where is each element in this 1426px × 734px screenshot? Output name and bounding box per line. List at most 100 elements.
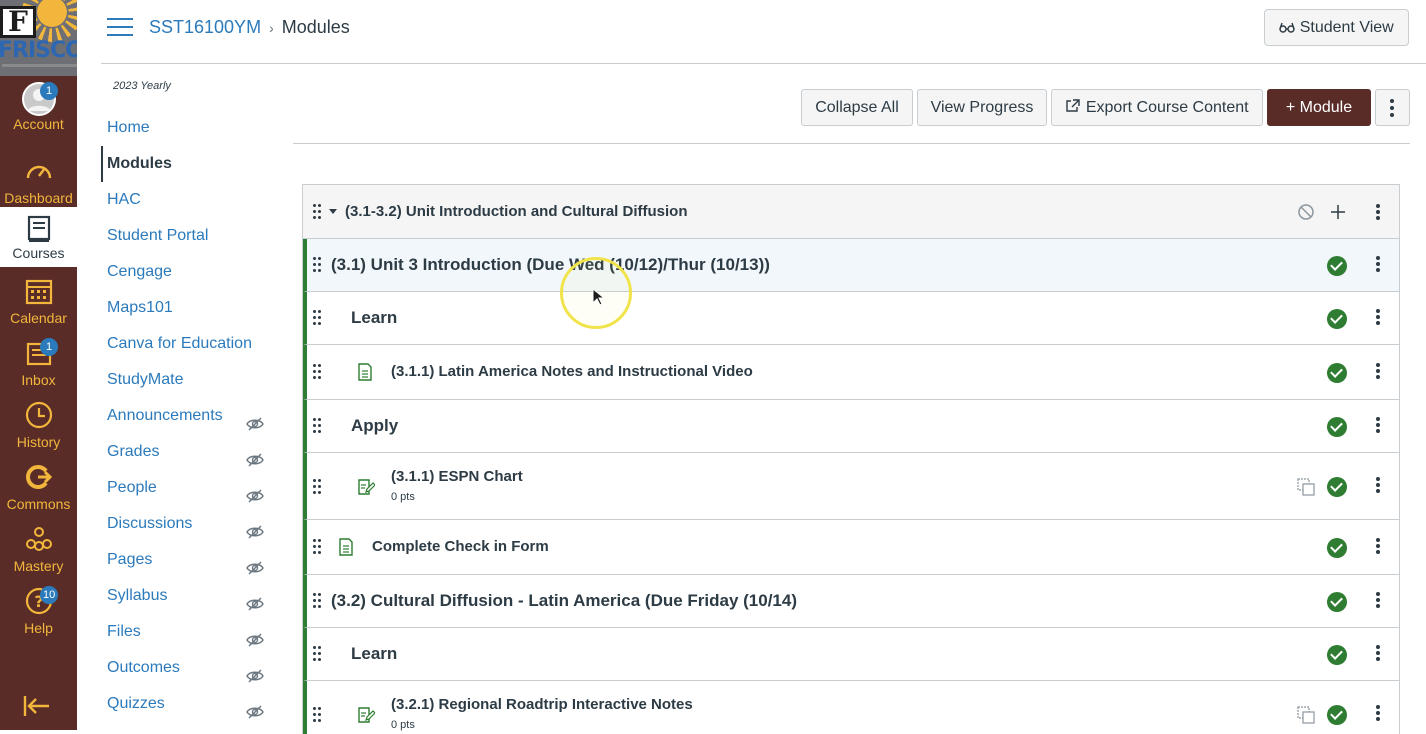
nav-calendar[interactable]: Calendar xyxy=(0,276,77,338)
duplicate-icon[interactable] xyxy=(1297,706,1315,724)
breadcrumb-course-link[interactable]: SST16100YM xyxy=(149,17,261,37)
item-kebab-icon[interactable] xyxy=(1375,538,1381,556)
drag-handle-icon[interactable] xyxy=(313,257,323,273)
published-check-icon[interactable] xyxy=(1327,705,1347,725)
module-item-page[interactable]: Complete Check in Form xyxy=(303,520,1399,575)
module-item-section[interactable]: Learn xyxy=(303,292,1399,345)
published-check-icon[interactable] xyxy=(1327,363,1347,383)
module-item-assignment[interactable]: (3.2.1) Regional Roadtrip Interactive No… xyxy=(303,681,1399,734)
item-kebab-icon[interactable] xyxy=(1375,256,1381,274)
module-item-subheader[interactable]: (3.2) Cultural Diffusion - Latin America… xyxy=(303,575,1399,628)
collapse-all-button[interactable]: Collapse All xyxy=(801,89,913,126)
add-item-icon[interactable] xyxy=(1329,203,1347,226)
more-options-button[interactable] xyxy=(1375,89,1410,126)
export-icon xyxy=(1066,99,1081,112)
hidden-eye-icon xyxy=(246,553,264,575)
kebab-icon xyxy=(1389,99,1395,117)
nav-courses[interactable]: Courses xyxy=(0,207,77,267)
nav-account[interactable]: 1 Account xyxy=(0,82,77,144)
module-item-assignment[interactable]: (3.1.1) ESPN Chart 0 pts xyxy=(303,453,1399,520)
module-kebab-icon[interactable] xyxy=(1375,204,1381,222)
unpublished-icon[interactable] xyxy=(1297,203,1315,226)
course-nav-files[interactable]: Files xyxy=(101,614,281,650)
course-nav-outcomes[interactable]: Outcomes xyxy=(101,650,281,686)
drag-handle-icon[interactable] xyxy=(313,418,323,434)
course-nav-syllabus[interactable]: Syllabus xyxy=(101,578,281,614)
duplicate-icon[interactable] xyxy=(1297,478,1315,496)
item-kebab-icon[interactable] xyxy=(1375,309,1381,327)
course-nav-maps101[interactable]: Maps101 xyxy=(101,290,281,326)
drag-handle-icon[interactable] xyxy=(313,364,323,380)
nav-commons[interactable]: Commons xyxy=(0,462,77,524)
course-nav-grades[interactable]: Grades xyxy=(101,434,281,470)
drag-handle-icon[interactable] xyxy=(313,707,323,723)
item-kebab-icon[interactable] xyxy=(1375,592,1381,610)
item-kebab-icon[interactable] xyxy=(1375,477,1381,495)
drag-handle-icon[interactable] xyxy=(313,310,323,326)
item-title[interactable]: (3.2.1) Regional Roadtrip Interactive No… xyxy=(391,696,693,713)
item-kebab-icon[interactable] xyxy=(1375,705,1381,723)
nav-help[interactable]: ? 10 Help xyxy=(0,586,77,648)
inbox-badge: 1 xyxy=(40,338,58,356)
hidden-eye-icon xyxy=(246,445,264,467)
course-nav-pages[interactable]: Pages xyxy=(101,542,281,578)
commons-icon xyxy=(0,462,77,496)
item-title[interactable]: Learn xyxy=(351,644,397,664)
item-title[interactable]: Learn xyxy=(351,308,397,328)
drag-handle-icon[interactable] xyxy=(313,593,323,609)
collapse-caret-icon[interactable] xyxy=(329,209,337,214)
course-nav-canva[interactable]: Canva for Education xyxy=(101,326,281,362)
add-module-button[interactable]: + Module xyxy=(1267,89,1371,126)
course-nav-hac[interactable]: HAC xyxy=(101,182,281,218)
hamburger-menu-icon[interactable] xyxy=(107,18,133,38)
page-icon xyxy=(357,363,373,386)
published-check-icon[interactable] xyxy=(1327,645,1347,665)
drag-handle-icon[interactable] xyxy=(313,539,323,555)
course-nav-quizzes[interactable]: Quizzes xyxy=(101,686,281,722)
item-title[interactable]: (3.1) Unit 3 Introduction (Due Wed (10/1… xyxy=(331,255,770,275)
module-item-section[interactable]: Apply xyxy=(303,400,1399,453)
course-nav-announcements[interactable]: Announcements xyxy=(101,398,281,434)
nav-inbox[interactable]: 1 Inbox xyxy=(0,338,77,400)
module-item-subheader[interactable]: (3.1) Unit 3 Introduction (Due Wed (10/1… xyxy=(303,239,1399,292)
nav-mastery[interactable]: Mastery xyxy=(0,524,77,586)
module-item-section[interactable]: Learn xyxy=(303,628,1399,681)
item-title[interactable]: (3.1.1) ESPN Chart xyxy=(391,468,523,485)
course-nav-student-portal[interactable]: Student Portal xyxy=(101,218,281,254)
item-kebab-icon[interactable] xyxy=(1375,363,1381,381)
item-title[interactable]: Apply xyxy=(351,416,398,436)
frisco-logo[interactable]: F FRISCO xyxy=(0,0,77,76)
course-nav-home[interactable]: Home xyxy=(101,110,281,146)
course-nav-modules[interactable]: Modules xyxy=(101,146,281,182)
view-progress-button[interactable]: View Progress xyxy=(917,89,1047,126)
hidden-eye-icon xyxy=(246,517,264,539)
course-nav: 2023 Yearly Home Modules HAC Student Por… xyxy=(101,80,281,722)
published-check-icon[interactable] xyxy=(1327,417,1347,437)
drag-handle-icon[interactable] xyxy=(313,479,323,495)
item-title[interactable]: (3.1.1) Latin America Notes and Instruct… xyxy=(391,363,753,380)
published-check-icon[interactable] xyxy=(1327,256,1347,276)
course-nav-people[interactable]: People xyxy=(101,470,281,506)
published-check-icon[interactable] xyxy=(1327,477,1347,497)
export-course-content-button[interactable]: Export Course Content xyxy=(1051,89,1263,126)
item-title[interactable]: (3.2) Cultural Diffusion - Latin America… xyxy=(331,591,797,611)
course-nav-studymate[interactable]: StudyMate xyxy=(101,362,281,398)
drag-handle-icon[interactable] xyxy=(313,204,323,220)
mastery-icon xyxy=(0,524,77,558)
published-check-icon[interactable] xyxy=(1327,592,1347,612)
course-nav-discussions[interactable]: Discussions xyxy=(101,506,281,542)
drag-handle-icon[interactable] xyxy=(313,646,323,662)
module-item-page[interactable]: (3.1.1) Latin America Notes and Instruct… xyxy=(303,345,1399,400)
item-kebab-icon[interactable] xyxy=(1375,417,1381,435)
module-header[interactable]: (3.1-3.2) Unit Introduction and Cultural… xyxy=(303,185,1399,239)
help-icon: ? 10 xyxy=(0,586,77,620)
item-title[interactable]: Complete Check in Form xyxy=(372,538,549,555)
item-kebab-icon[interactable] xyxy=(1375,645,1381,663)
student-view-button[interactable]: Student View xyxy=(1264,9,1409,46)
published-check-icon[interactable] xyxy=(1327,538,1347,558)
nav-history[interactable]: History xyxy=(0,400,77,462)
plus-icon: + xyxy=(1285,99,1296,116)
collapse-nav-icon[interactable] xyxy=(22,694,52,718)
course-nav-cengage[interactable]: Cengage xyxy=(101,254,281,290)
published-check-icon[interactable] xyxy=(1327,309,1347,329)
